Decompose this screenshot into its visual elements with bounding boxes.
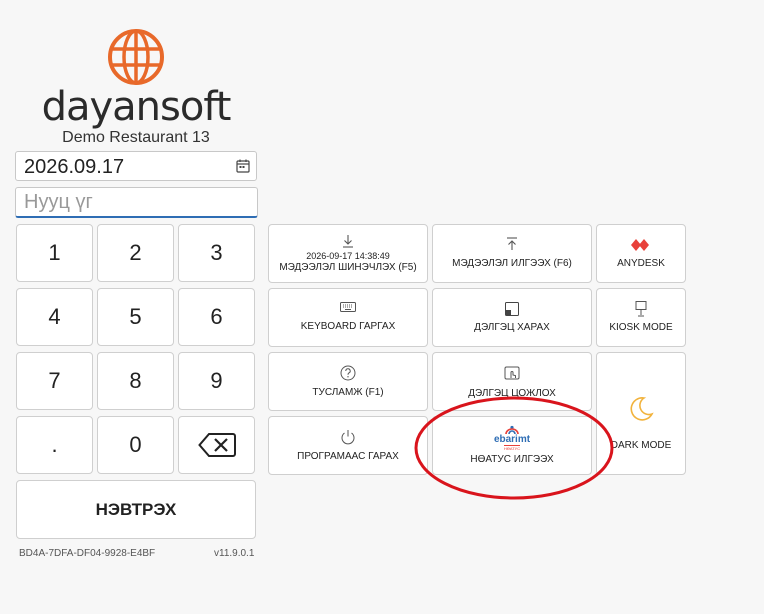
key-5[interactable]: 5	[97, 288, 174, 346]
date-field[interactable]: 2026.09.17	[15, 151, 257, 181]
view-screen-button[interactable]: ДЭЛГЭЦ ХАРАХ	[432, 288, 592, 347]
kiosk-mode-button[interactable]: KIOSK MODE	[596, 288, 686, 347]
restaurant-name: Demo Restaurant 13	[62, 129, 210, 146]
dark-mode-button[interactable]: DARK MODE	[596, 352, 686, 475]
update-data-label: МЭДЭЭЛЭЛ ШИНЭЧЛЭХ (F5)	[279, 261, 417, 273]
key-1[interactable]: 1	[16, 224, 93, 282]
login-button[interactable]: НЭВТРЭХ	[16, 480, 256, 539]
last-update-timestamp: 2026-09-17 14:38:49	[306, 250, 390, 261]
exit-program-button[interactable]: ПРОГРАМААС ГАРАХ	[268, 416, 428, 475]
keyboard-label: KEYBOARD ГАРГАХ	[300, 321, 396, 332]
upload-icon	[507, 237, 517, 250]
kiosk-icon	[635, 301, 647, 317]
moon-icon	[630, 396, 654, 421]
key-0[interactable]: 0	[97, 416, 174, 474]
ebarimt-logo: ebarimt НӨАТУС	[494, 425, 530, 451]
key-2[interactable]: 2	[97, 224, 174, 282]
brand-name: dayansoft	[41, 84, 232, 130]
ebarimt-logo-text: ebarimt	[493, 434, 531, 445]
key-4[interactable]: 4	[16, 288, 93, 346]
touch-icon	[504, 366, 520, 380]
dayansoft-logo-icon	[108, 29, 164, 85]
keyboard-icon	[340, 302, 356, 312]
power-icon	[341, 429, 355, 444]
kiosk-mode-label: KIOSK MODE	[609, 322, 673, 333]
app-version: v11.9.0.1	[214, 548, 255, 559]
key-3[interactable]: 3	[178, 224, 255, 282]
lock-screen-button[interactable]: ДЭЛГЭЦ ЦОЖЛОХ	[432, 352, 592, 411]
keyboard-button[interactable]: KEYBOARD ГАРГАХ	[268, 288, 428, 347]
ebarimt-logo-sub: НӨАТУС	[503, 445, 521, 451]
lock-screen-label: ДЭЛГЭЦ ЦОЖЛОХ	[468, 388, 556, 399]
update-data-button[interactable]: 2026-09-17 14:38:49 МЭДЭЭЛЭЛ ШИНЭЧЛЭХ (F…	[268, 224, 428, 283]
device-id: BD4A-7DFA-DF04-9928-E4BF	[19, 548, 156, 559]
anydesk-label: ANYDESK	[617, 257, 665, 269]
screen-icon	[505, 301, 519, 316]
download-icon	[343, 234, 353, 248]
ebarimt-send-label: НӨАТУС ИЛГЭЭХ	[470, 454, 554, 465]
date-value: 2026.09.17	[24, 156, 125, 178]
ebarimt-send-button[interactable]: ebarimt НӨАТУС НӨАТУС ИЛГЭЭХ	[432, 416, 592, 475]
backspace-button[interactable]	[178, 416, 255, 474]
key-7[interactable]: 7	[16, 352, 93, 410]
send-data-label: МЭДЭЭЛЭЛ ИЛГЭЭХ (F6)	[452, 258, 572, 269]
help-label: ТУСЛАМЖ (F1)	[312, 386, 384, 398]
anydesk-icon	[631, 238, 649, 251]
key-9[interactable]: 9	[178, 352, 255, 410]
dark-mode-label: DARK MODE	[610, 439, 672, 451]
key-6[interactable]: 6	[178, 288, 255, 346]
password-input[interactable]	[15, 187, 258, 218]
exit-program-label: ПРОГРАМААС ГАРАХ	[297, 450, 399, 462]
help-button[interactable]: ТУСЛАМЖ (F1)	[268, 352, 428, 411]
backspace-icon	[197, 433, 236, 457]
anydesk-button[interactable]: ANYDESK	[596, 224, 686, 283]
calendar-icon[interactable]	[236, 159, 250, 173]
key-8[interactable]: 8	[97, 352, 174, 410]
view-screen-label: ДЭЛГЭЦ ХАРАХ	[474, 321, 550, 333]
key-dot[interactable]: .	[16, 416, 93, 474]
send-data-button[interactable]: МЭДЭЭЛЭЛ ИЛГЭЭХ (F6)	[432, 224, 592, 283]
help-icon	[340, 365, 356, 380]
